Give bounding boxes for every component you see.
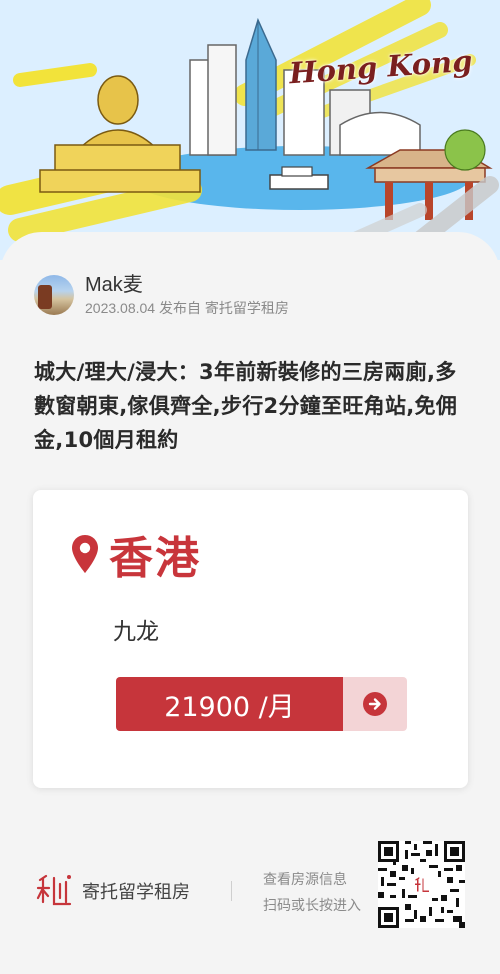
city-name: 香港 [109,533,201,584]
avatar[interactable] [34,275,74,315]
footer-hint: 查看房源信息 扫码或长按进入 [263,867,373,919]
author-row: Mak麦 2023.08.04 发布自 寄托留学租房 [34,271,289,319]
arrow-right-circle-icon [363,692,387,716]
post-title: 城大/理大/浸大：3年前新裝修的三房兩廁,多數窗朝東,傢俱齊全,步行2分鐘至旺角… [34,360,458,451]
footer-divider [231,881,232,901]
district-name: 九龙 [113,619,159,645]
hong-kong-banner: Hong Kong [0,0,500,260]
price-button[interactable]: 21900 /月 [116,677,407,731]
qr-code[interactable] [378,841,465,928]
jituo-logo-icon [36,874,72,906]
footer-brand: 寄托留学租房 [82,882,190,903]
footer-hint-line2: 扫码或长按进入 [263,898,361,914]
author-info: Mak麦 2023.08.04 发布自 寄托留学租房 [85,272,289,318]
location-card: 香港 九龙 21900 /月 [33,490,468,788]
hong-kong-skyline-illustration [0,0,499,257]
post-meta: 2023.08.04 发布自 寄托留学租房 [85,300,289,316]
price-label: 21900 /月 [116,677,343,731]
go-button[interactable] [343,677,407,731]
author-name: Mak麦 [85,274,143,296]
location-pin-icon [72,535,98,573]
footer-hint-line1: 查看房源信息 [263,872,347,888]
